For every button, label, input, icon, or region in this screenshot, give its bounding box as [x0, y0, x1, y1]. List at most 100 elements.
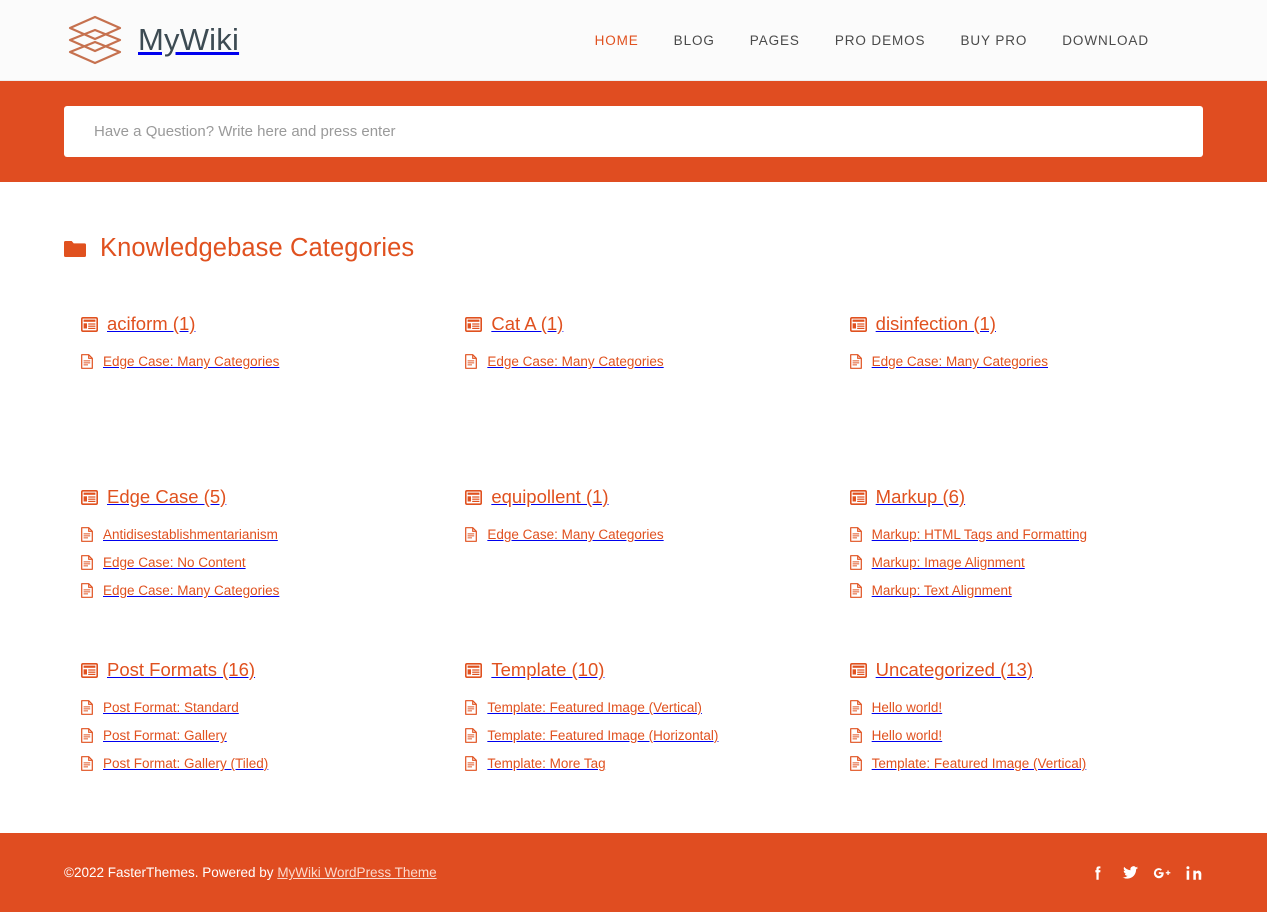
article-link[interactable]: Hello world! [849, 700, 1203, 715]
category-link[interactable]: Post Formats (16) [81, 659, 434, 681]
document-icon-svg [81, 527, 93, 542]
category-cell: disinfection (1) Edge Case: Many Categori… [833, 313, 1203, 486]
article-title: Antidisestablishmentarianism [103, 527, 278, 542]
article-link[interactable]: Edge Case: No Content [81, 555, 434, 570]
document-icon-svg [465, 527, 478, 542]
nav-item-home[interactable]: HOME [595, 33, 639, 48]
article-link[interactable]: Post Format: Standard [81, 700, 434, 715]
category-name: Edge Case (5) [107, 486, 227, 507]
article-link[interactable]: Edge Case: Many Categories [81, 354, 434, 369]
category-link[interactable]: Template (10) [465, 659, 818, 681]
twitter-glyph [1122, 865, 1139, 879]
category-list-icon-svg [81, 662, 98, 678]
category-list-icon-svg [465, 489, 483, 505]
category-link[interactable]: aciform (1) [81, 313, 434, 335]
article-link[interactable]: Markup: Image Alignment [849, 555, 1203, 570]
category-link[interactable]: Cat A (1) [465, 313, 818, 335]
article-title: Edge Case: No Content [103, 555, 246, 570]
category-cell: aciform (1) Edge Case: Many Categories [64, 313, 434, 486]
document-icon [849, 527, 862, 542]
document-icon [849, 756, 862, 771]
article-link[interactable]: Post Format: Gallery [81, 728, 434, 743]
document-icon [849, 555, 862, 570]
document-icon [465, 700, 478, 715]
category-link[interactable]: equipollent (1) [465, 486, 818, 508]
category-list-icon [849, 316, 867, 332]
article-title: Edge Case: Many Categories [103, 354, 280, 369]
article-link[interactable]: Edge Case: Many Categories [465, 354, 818, 369]
article-link[interactable]: Edge Case: Many Categories [849, 354, 1203, 369]
category-list-icon [81, 662, 98, 678]
category-list-icon [465, 662, 483, 678]
nav-item-download[interactable]: DOWNLOAD [1062, 33, 1149, 48]
article-link[interactable]: Markup: Text Alignment [849, 583, 1203, 598]
article-title: Markup: Image Alignment [871, 555, 1025, 570]
category-link[interactable]: Edge Case (5) [81, 486, 434, 508]
linkedin-icon[interactable] [1185, 864, 1203, 882]
category-name: Markup (6) [875, 486, 966, 507]
article-link[interactable]: Markup: HTML Tags and Formatting [849, 527, 1203, 542]
category-cell: Uncategorized (13) Hello world! Hello worl… [833, 659, 1203, 832]
document-icon [849, 728, 862, 743]
document-icon-svg [849, 555, 862, 570]
nav-item-pages[interactable]: PAGES [750, 33, 800, 48]
category-link[interactable]: disinfection (1) [849, 313, 1203, 335]
category-name: disinfection (1) [875, 313, 996, 334]
folder-icon-svg [64, 240, 86, 257]
category-list-icon-svg [849, 489, 867, 505]
document-icon [81, 728, 93, 743]
article-link[interactable]: Template: More Tag [465, 756, 818, 771]
category-list-icon [465, 489, 483, 505]
category-link[interactable]: Markup (6) [849, 486, 1203, 508]
nav-item-pro-demos[interactable]: PRO DEMOS [835, 33, 926, 48]
google-plus-icon[interactable] [1153, 864, 1171, 882]
category-cell: Markup (6) Markup: HTML Tags and Formatti… [833, 486, 1203, 659]
article-link[interactable]: Template: Featured Image (Horizontal) [465, 728, 818, 743]
main-navigation: HOME BLOG PAGES PRO DEMOS BUY PRO DOWNLO… [595, 33, 1149, 48]
document-icon [81, 756, 93, 771]
category-link[interactable]: Uncategorized (13) [849, 659, 1203, 681]
article-title: Hello world! [871, 728, 943, 743]
category-list-icon-svg [849, 316, 867, 332]
category-name: Cat A (1) [491, 313, 564, 334]
category-list-icon [849, 662, 867, 678]
article-link[interactable]: Post Format: Gallery (Tiled) [81, 756, 434, 771]
theme-credit-link[interactable]: MyWiki WordPress Theme [277, 865, 436, 880]
document-icon [465, 354, 478, 369]
document-icon [81, 555, 93, 570]
article-title: Edge Case: Many Categories [487, 354, 664, 369]
brand-logo-link[interactable]: MyWiki [66, 14, 239, 66]
category-list-icon [849, 489, 867, 505]
category-cell: equipollent (1) Edge Case: Many Categorie… [448, 486, 818, 659]
search-input[interactable] [64, 106, 1203, 157]
article-link[interactable]: Edge Case: Many Categories [465, 527, 818, 542]
article-link[interactable]: Hello world! [849, 728, 1203, 743]
twitter-icon[interactable] [1121, 864, 1139, 882]
nav-item-blog[interactable]: BLOG [674, 33, 715, 48]
category-cell: Cat A (1) Edge Case: Many Categories [448, 313, 818, 486]
article-title: Template: More Tag [487, 756, 606, 771]
article-title: Post Format: Gallery [103, 728, 227, 743]
document-icon [849, 583, 862, 598]
document-icon [849, 354, 862, 369]
article-title: Template: Featured Image (Vertical) [871, 756, 1087, 771]
category-list-icon-svg [81, 316, 98, 332]
article-link[interactable]: Template: Featured Image (Vertical) [465, 700, 818, 715]
document-icon-svg [81, 354, 93, 369]
article-link[interactable]: Edge Case: Many Categories [81, 583, 434, 598]
article-link[interactable]: Antidisestablishmentarianism [81, 527, 434, 542]
article-link[interactable]: Template: Featured Image (Vertical) [849, 756, 1203, 771]
facebook-icon[interactable] [1089, 864, 1107, 882]
document-icon [849, 700, 862, 715]
social-links [1089, 864, 1203, 882]
document-icon-svg [81, 756, 93, 771]
category-list-icon-svg [81, 489, 98, 505]
article-title: Post Format: Standard [103, 700, 239, 715]
document-icon-svg [81, 728, 93, 743]
document-icon-svg [81, 555, 93, 570]
document-icon-svg [849, 583, 862, 598]
document-icon-svg [849, 700, 862, 715]
document-icon [465, 728, 478, 743]
nav-item-buy-pro[interactable]: BUY PRO [960, 33, 1027, 48]
document-icon-svg [849, 728, 862, 743]
